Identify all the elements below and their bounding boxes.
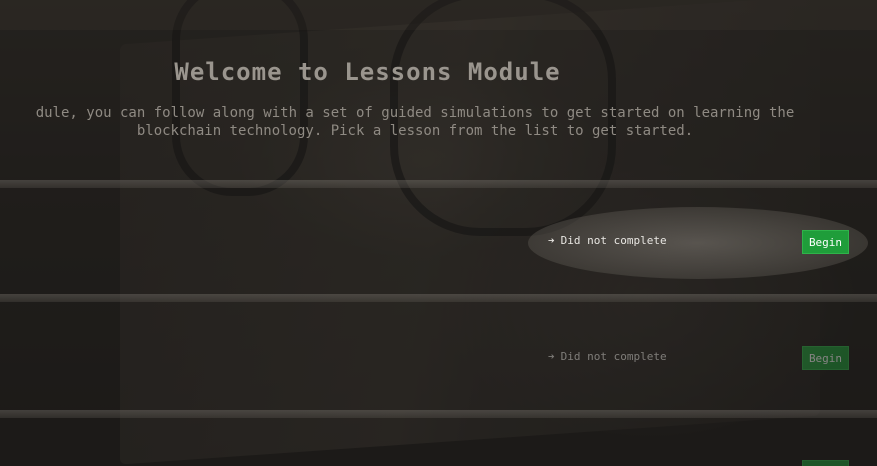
divider [0, 410, 877, 418]
top-band [0, 0, 877, 30]
arrow-right-icon: ➔ [548, 350, 555, 363]
page-intro: dule, you can follow along with a set of… [35, 105, 795, 139]
divider [0, 180, 877, 188]
lesson-status-text: Did not complete [560, 234, 667, 247]
lesson-status-text: Did not complete [560, 350, 667, 363]
lesson-status: ➔ Did not complete [548, 350, 667, 363]
begin-lesson-button[interactable]: Begin [802, 346, 849, 370]
lesson-status: ➔ Did not complete [548, 234, 667, 247]
arrow-right-icon: ➔ [548, 234, 555, 247]
divider [0, 294, 877, 302]
lessons-page: Welcome to Lessons Module dule, you can … [0, 0, 877, 466]
page-title: Welcome to Lessons Module [174, 58, 561, 86]
begin-lesson-button[interactable]: Begin [802, 230, 849, 254]
begin-lesson-button-partial[interactable] [802, 460, 849, 466]
